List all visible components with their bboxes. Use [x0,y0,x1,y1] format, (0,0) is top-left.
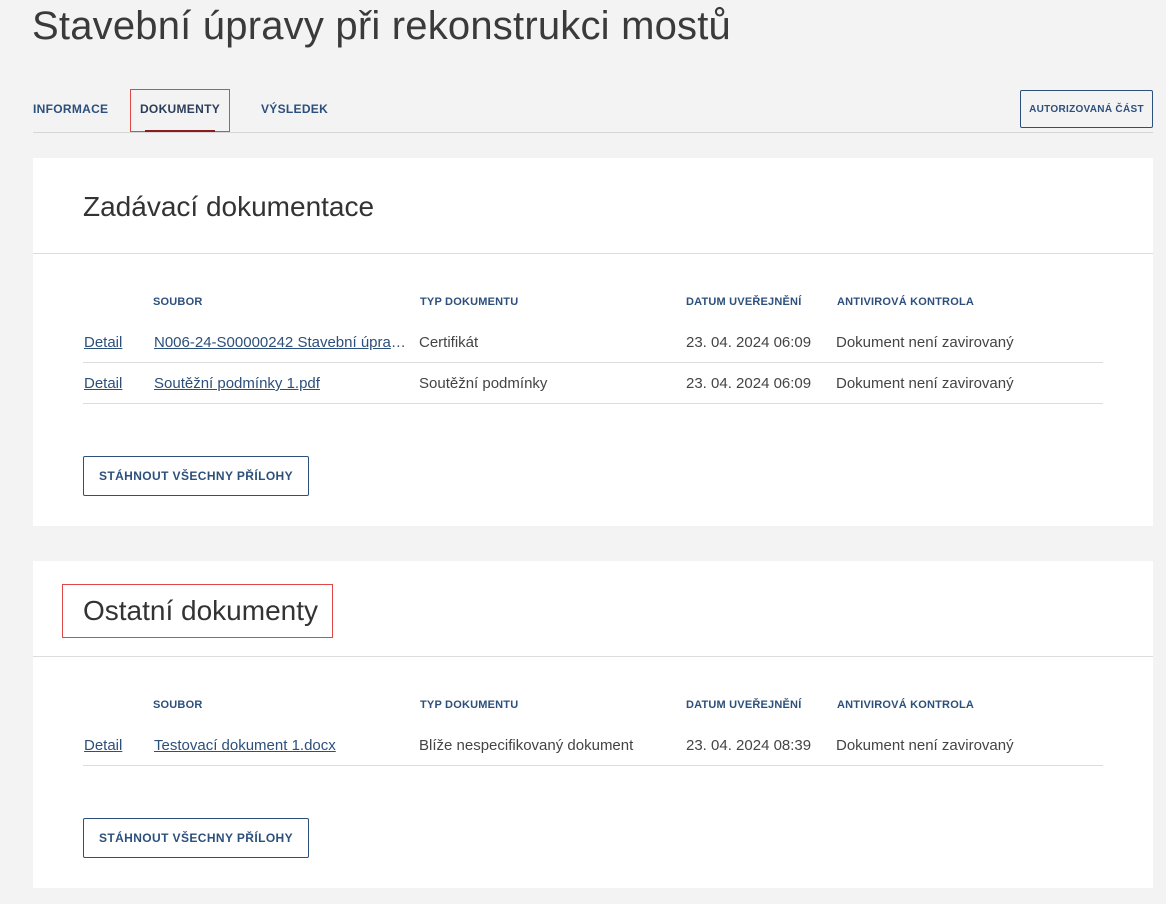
detail-link[interactable]: Detail [84,737,122,754]
section-header: Ostatní dokumenty [33,561,1153,657]
column-header-date: DATUM UVEŘEJNĚNÍ [686,296,802,308]
page-title: Stavební úpravy při rekonstrukci mostů [32,4,732,48]
tab-vysledek[interactable]: VÝSLEDEK [261,88,328,132]
section-title: Zadávací dokumentace [83,191,375,222]
authorized-section-button[interactable]: AUTORIZOVANÁ ČÁST [1020,90,1153,128]
column-header-antivirus: ANTIVIROVÁ KONTROLA [837,296,975,308]
document-type: Blíže nespecifikovaný dokument [419,737,634,754]
document-type: Certifikát [419,334,479,351]
tab-dokumenty-label: DOKUMENTY [139,102,221,116]
table-row: Detail N006-24-S00000242 Stavební úpravy… [83,322,1103,363]
tab-informace[interactable]: INFORMACE [33,88,108,132]
tab-dokumenty[interactable]: DOKUMENTY [130,89,230,132]
published-date: 23. 04. 2024 06:09 [686,334,812,351]
section-header: Zadávací dokumentace [33,158,1153,254]
download-all-attachments-button[interactable]: STÁHNOUT VŠECHNY PŘÍLOHY [83,456,309,496]
active-tab-indicator [145,130,215,132]
document-type: Soutěžní podmínky [419,375,548,392]
column-header-file: SOUBOR [153,296,203,308]
tab-bar: INFORMACE DOKUMENTY VÝSLEDEK AUTORIZOVAN… [33,88,1153,133]
published-date: 23. 04. 2024 06:09 [686,375,812,392]
detail-link[interactable]: Detail [84,375,122,392]
download-all-attachments-button[interactable]: STÁHNOUT VŠECHNY PŘÍLOHY [83,818,309,858]
antivirus-status: Dokument není zavirovaný [836,737,1014,754]
table-header: SOUBOR TYP DOKUMENTU DATUM UVEŘEJNĚNÍ AN… [83,699,1103,725]
table-row: Detail Testovací dokument 1.docx Blíže n… [83,725,1103,766]
table-row: Detail Soutěžní podmínky 1.pdf Soutěžní … [83,363,1103,404]
antivirus-status: Dokument není zavirovaný [836,375,1014,392]
table-header: SOUBOR TYP DOKUMENTU DATUM UVEŘEJNĚNÍ AN… [83,296,1103,322]
section-tender-documentation: Zadávací dokumentace SOUBOR TYP DOKUMENT… [33,158,1153,526]
section-title: Ostatní dokumenty [62,584,334,638]
documents-table: SOUBOR TYP DOKUMENTU DATUM UVEŘEJNĚNÍ AN… [83,296,1103,404]
column-header-type: TYP DOKUMENTU [420,296,519,308]
column-header-file: SOUBOR [153,699,203,711]
file-link[interactable]: N006-24-S00000242 Stavební úpravy při re… [154,334,407,351]
published-date: 23. 04. 2024 08:39 [686,737,812,754]
file-link[interactable]: Soutěžní podmínky 1.pdf [154,375,407,392]
column-header-type: TYP DOKUMENTU [420,699,519,711]
column-header-antivirus: ANTIVIROVÁ KONTROLA [837,699,975,711]
file-link[interactable]: Testovací dokument 1.docx [154,737,407,754]
antivirus-status: Dokument není zavirovaný [836,334,1014,351]
documents-table: SOUBOR TYP DOKUMENTU DATUM UVEŘEJNĚNÍ AN… [83,699,1103,766]
section-other-documents: Ostatní dokumenty SOUBOR TYP DOKUMENTU D… [33,561,1153,888]
column-header-date: DATUM UVEŘEJNĚNÍ [686,699,802,711]
detail-link[interactable]: Detail [84,334,122,351]
